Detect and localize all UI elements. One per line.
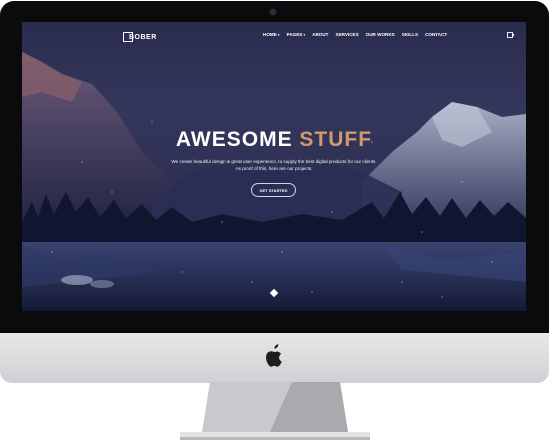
chevron-down-icon: ▾ xyxy=(277,33,280,37)
nav-item-our-works[interactable]: OUR WORKS xyxy=(366,32,395,37)
nav-item-pages[interactable]: PAGES▾ xyxy=(287,32,306,37)
nav-item-label: SKILLS xyxy=(401,32,419,37)
hero-title: AWESOME STUFF xyxy=(22,128,526,152)
hero-description: We create beautiful design & great user … xyxy=(142,158,406,172)
hero-title-accent: STUFF xyxy=(299,128,373,151)
apple-logo-icon xyxy=(266,344,282,367)
nav-item-label: HOME xyxy=(263,32,277,37)
nav-item-label: ABOUT xyxy=(312,32,329,37)
nav-item-label: OUR WORKS xyxy=(365,32,395,37)
nav-item-about[interactable]: ABOUT xyxy=(312,32,328,37)
panel-toggle-icon[interactable] xyxy=(507,31,515,39)
get-started-button[interactable]: GET STARTED xyxy=(251,183,296,197)
website-screen: BOBER HOME▾ PAGES▾ ABOUT SERVICES OUR WO… xyxy=(22,22,526,311)
brand-logo[interactable]: BOBER xyxy=(123,30,157,44)
hero-title-main: AWESOME xyxy=(175,128,300,151)
nav-item-label: PAGES xyxy=(286,32,303,37)
nav-item-label: SERVICES xyxy=(335,32,359,37)
nav-item-home[interactable]: HOME▾ xyxy=(263,32,280,37)
chevron-down-icon: ▾ xyxy=(303,33,306,37)
hero-text-line: As proof of this, here are our projects. xyxy=(235,166,313,171)
monitor-stand xyxy=(180,382,370,440)
camera-icon xyxy=(270,9,276,15)
nav-item-contact[interactable]: CONTACT xyxy=(425,32,447,37)
main-navigation: HOME▾ PAGES▾ ABOUT SERVICES OUR WORKS SK… xyxy=(263,32,454,37)
nav-item-skills[interactable]: SKILLS xyxy=(402,32,418,37)
imac-mockup: BOBER HOME▾ PAGES▾ ABOUT SERVICES OUR WO… xyxy=(0,0,549,442)
hero-text-line: We create beautiful design & great user … xyxy=(171,159,377,164)
nav-item-label: CONTACT xyxy=(425,32,448,37)
nav-item-services[interactable]: SERVICES xyxy=(336,32,359,37)
brand-name: BOBER xyxy=(129,33,157,41)
